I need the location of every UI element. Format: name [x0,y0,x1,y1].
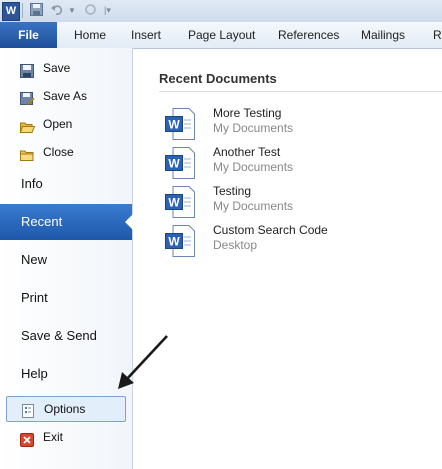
undo-dropdown-icon[interactable]: ▼ [68,3,76,18]
nav-recent-label: Recent [21,214,63,229]
nav-save-label: Save [43,61,71,75]
nav-close-label: Close [43,145,74,159]
save-icon [20,61,35,78]
nav-exit-label: Exit [43,430,64,444]
options-icon [21,402,36,418]
exit-icon [20,430,35,447]
tab-review[interactable]: R [433,22,442,48]
nav-options-label: Options [44,402,86,416]
open-folder-icon [19,117,36,133]
nav-save-as-label: Save As [43,89,88,103]
nav-open[interactable]: Open [0,111,132,137]
close-folder-icon [20,145,35,161]
recent-document-item[interactable]: W More Testing My Documents [165,106,435,144]
save-icon[interactable] [30,3,43,18]
nav-help-label: Help [21,366,48,381]
document-location: My Documents [213,199,294,213]
word-document-icon: W [165,108,195,140]
redo-icon[interactable] [84,3,97,18]
recent-document-item[interactable]: W Testing My Documents [165,184,435,222]
nav-options[interactable]: Options [6,396,126,422]
tab-page-layout[interactable]: Page Layout [188,22,255,48]
recent-documents-heading: Recent Documents [159,71,277,86]
recent-document-item[interactable]: W Custom Search Code Desktop [165,223,435,261]
word-document-icon: W [165,186,195,218]
nav-recent[interactable]: Recent [0,204,133,240]
document-location: My Documents [213,160,294,174]
document-location: My Documents [213,121,294,135]
tab-references[interactable]: References [278,22,339,48]
word-logo-icon[interactable]: W [2,2,20,21]
nav-exit[interactable]: Exit [0,424,132,450]
selection-arrow-icon [125,214,133,230]
annotation-arrow-icon [118,335,168,389]
quick-access-toolbar: W ▼ |▾ [0,0,442,23]
nav-info[interactable]: Info [0,166,132,202]
save-as-icon [20,89,35,106]
heading-divider [159,91,442,92]
nav-print-label: Print [21,290,48,305]
document-name: Testing [213,184,252,198]
word-document-icon: W [165,147,195,179]
recent-document-item[interactable]: W Another Test My Documents [165,145,435,183]
document-name: Another Test [213,145,281,159]
nav-open-label: Open [43,117,73,131]
document-name: Custom Search Code [213,223,328,237]
tab-mailings[interactable]: Mailings [361,22,405,48]
document-location: Desktop [213,238,258,252]
nav-new-label: New [21,252,48,267]
undo-icon[interactable] [51,3,64,18]
nav-print[interactable]: Print [0,280,132,316]
document-name: More Testing [213,106,282,120]
nav-new[interactable]: New [0,242,132,278]
nav-save[interactable]: Save [0,55,132,81]
toolbar-separator [22,3,23,18]
svg-text:W: W [168,118,180,132]
customize-qat-icon[interactable]: |▾ [104,3,111,18]
svg-text:W: W [168,235,180,249]
nav-save-as[interactable]: Save As [0,83,132,109]
nav-close[interactable]: Close [0,139,132,165]
nav-info-label: Info [21,176,43,191]
tab-home[interactable]: Home [74,22,106,48]
svg-text:W: W [168,157,180,171]
tab-insert[interactable]: Insert [131,22,161,48]
ribbon-tab-bar: File Home Insert Page Layout References … [0,22,442,49]
backstage-nav: Save Save As Open Close Info Recent New … [0,48,133,469]
svg-text:W: W [168,196,180,210]
nav-save-send-label: Save & Send [21,328,97,343]
tab-file[interactable]: File [0,22,57,48]
word-document-icon: W [165,225,195,257]
